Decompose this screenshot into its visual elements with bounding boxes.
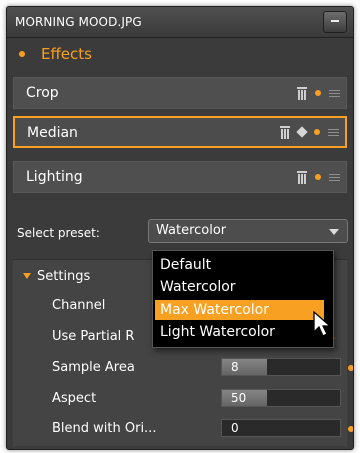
settings-label: Settings (37, 269, 91, 284)
effect-name: Lighting (26, 169, 83, 185)
drag-handle-icon[interactable] (328, 128, 339, 137)
keyframe-dot-icon[interactable] (348, 365, 353, 371)
preset-value: Watercolor (156, 223, 227, 238)
sample-area-slider[interactable]: 8 (221, 358, 341, 376)
preset-menu: Default Watercolor Max Watercolor Light … (152, 250, 334, 348)
chevron-down-icon (329, 229, 339, 235)
keyframe-dot-icon[interactable] (348, 426, 353, 432)
settings-toggle[interactable]: Settings (23, 269, 90, 284)
toggle-dot-icon[interactable] (314, 129, 320, 135)
trash-icon[interactable] (297, 170, 307, 184)
slider-fill (222, 359, 267, 375)
blend-slider[interactable]: 0 (221, 419, 341, 437)
channel-label: Channel (52, 298, 106, 313)
mouse-cursor-icon (313, 310, 332, 337)
use-partial-label: Use Partial R (52, 329, 135, 344)
menu-item-light-watercolor[interactable]: Light Watercolor (153, 322, 333, 342)
effect-row-median[interactable]: Median (13, 116, 347, 148)
trash-icon[interactable] (280, 125, 290, 139)
aspect-value: 50 (231, 391, 247, 405)
effect-name: Median (27, 125, 78, 141)
effects-panel: MORNING MOOD.JPG Effects Crop Median Lig… (6, 6, 354, 450)
minimize-icon (331, 20, 339, 22)
aspect-slider[interactable]: 50 (221, 389, 341, 407)
trash-icon[interactable] (297, 86, 307, 100)
preset-label: Select preset: (17, 226, 100, 240)
menu-item-watercolor[interactable]: Watercolor (153, 277, 333, 297)
sample-area-label: Sample Area (52, 360, 135, 375)
menu-item-max-watercolor[interactable]: Max Watercolor (155, 300, 324, 320)
effects-status-dot-icon (19, 51, 25, 57)
toggle-dot-icon[interactable] (315, 90, 321, 96)
effect-name: Crop (26, 85, 59, 101)
drag-handle-icon[interactable] (329, 173, 340, 182)
expand-triangle-icon (23, 272, 31, 279)
effect-row-lighting[interactable]: Lighting (13, 161, 347, 193)
window-title: MORNING MOOD.JPG (15, 15, 142, 29)
drag-handle-icon[interactable] (329, 89, 340, 98)
toggle-dot-icon[interactable] (315, 174, 321, 180)
effects-label: Effects (41, 45, 92, 63)
aspect-label: Aspect (52, 391, 97, 406)
effect-row-crop[interactable]: Crop (13, 77, 347, 109)
sample-area-value: 8 (231, 360, 239, 374)
title-bar: MORNING MOOD.JPG (7, 7, 353, 38)
blend-value: 0 (231, 421, 239, 435)
blend-label: Blend with Ori... (52, 421, 157, 436)
effects-header[interactable]: Effects (7, 39, 353, 71)
keyframe-diamond-icon[interactable] (296, 126, 308, 138)
menu-item-default[interactable]: Default (153, 255, 333, 275)
preset-dropdown[interactable]: Watercolor (148, 219, 348, 243)
minimize-button[interactable] (323, 11, 347, 33)
